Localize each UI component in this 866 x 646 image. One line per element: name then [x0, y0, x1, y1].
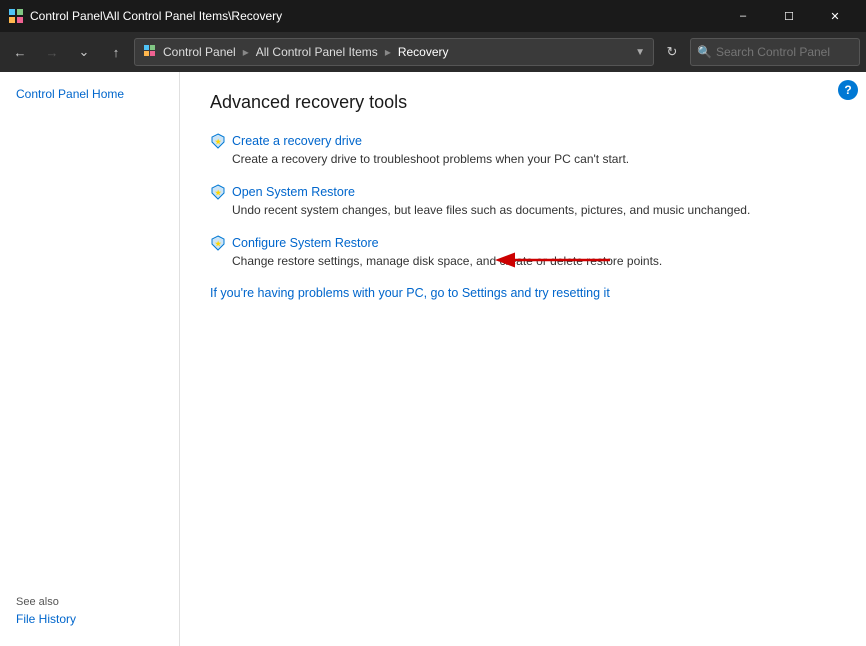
address-bar: ← → ⌄ ↑ Control Panel ▸ All Control Pane…	[0, 32, 866, 72]
sidebar: Control Panel Home See also File History	[0, 72, 180, 646]
window-title: Control Panel\All Control Panel Items\Re…	[30, 9, 282, 23]
folder-icon	[143, 44, 159, 60]
breadcrumb-mid[interactable]: All Control Panel Items	[256, 45, 378, 59]
refresh-button[interactable]: ↻	[658, 38, 686, 66]
content-area: Control Panel Home See also File History…	[0, 72, 866, 646]
svg-text:★: ★	[215, 138, 222, 146]
title-bar-controls: – ☐ ✕	[720, 0, 858, 32]
maximize-button[interactable]: ☐	[766, 0, 812, 32]
shield-icon-0: ★	[210, 133, 226, 149]
sidebar-bottom: See also File History	[0, 596, 180, 626]
close-button[interactable]: ✕	[812, 0, 858, 32]
forward-button[interactable]: →	[38, 38, 66, 66]
svg-text:★: ★	[215, 189, 222, 197]
svg-text:★: ★	[215, 240, 222, 248]
address-chevron: ▼	[635, 47, 645, 58]
configure-system-restore-desc: Change restore settings, manage disk spa…	[210, 254, 836, 268]
recent-locations-button[interactable]: ⌄	[70, 38, 98, 66]
title-bar-left: Control Panel\All Control Panel Items\Re…	[8, 8, 282, 24]
recovery-item-create: ★ Create a recovery drive Create a recov…	[210, 133, 836, 166]
app-icon	[8, 8, 24, 24]
create-recovery-drive-link[interactable]: ★ Create a recovery drive	[210, 133, 836, 149]
title-bar: Control Panel\All Control Panel Items\Re…	[0, 0, 866, 32]
recovery-item-configure: ★ Configure System Restore Change restor…	[210, 235, 836, 268]
search-icon: 🔍	[697, 45, 712, 59]
configure-system-restore-link[interactable]: ★ Configure System Restore	[210, 235, 836, 251]
open-system-restore-link[interactable]: ★ Open System Restore	[210, 184, 836, 200]
sidebar-home-link[interactable]: Control Panel Home	[0, 84, 179, 104]
main-content: ? Advanced recovery tools ★ Create a rec…	[180, 72, 866, 646]
help-button[interactable]: ?	[838, 80, 858, 100]
settings-reset-link[interactable]: If you're having problems with your PC, …	[210, 286, 836, 300]
recovery-item-restore: ★ Open System Restore Undo recent system…	[210, 184, 836, 217]
breadcrumb-current: Recovery	[398, 45, 449, 59]
breadcrumb-home[interactable]: Control Panel	[163, 45, 236, 59]
search-box[interactable]: 🔍	[690, 38, 860, 66]
address-box: Control Panel ▸ All Control Panel Items …	[134, 38, 654, 66]
page-title: Advanced recovery tools	[210, 92, 836, 113]
minimize-button[interactable]: –	[720, 0, 766, 32]
back-button[interactable]: ←	[6, 38, 34, 66]
open-system-restore-desc: Undo recent system changes, but leave fi…	[210, 203, 836, 217]
up-button[interactable]: ↑	[102, 38, 130, 66]
create-recovery-drive-desc: Create a recovery drive to troubleshoot …	[210, 152, 836, 166]
file-history-link[interactable]: File History	[16, 612, 164, 626]
shield-icon-2: ★	[210, 235, 226, 251]
see-also-label: See also	[16, 596, 164, 608]
shield-icon-1: ★	[210, 184, 226, 200]
search-input[interactable]	[716, 45, 853, 59]
